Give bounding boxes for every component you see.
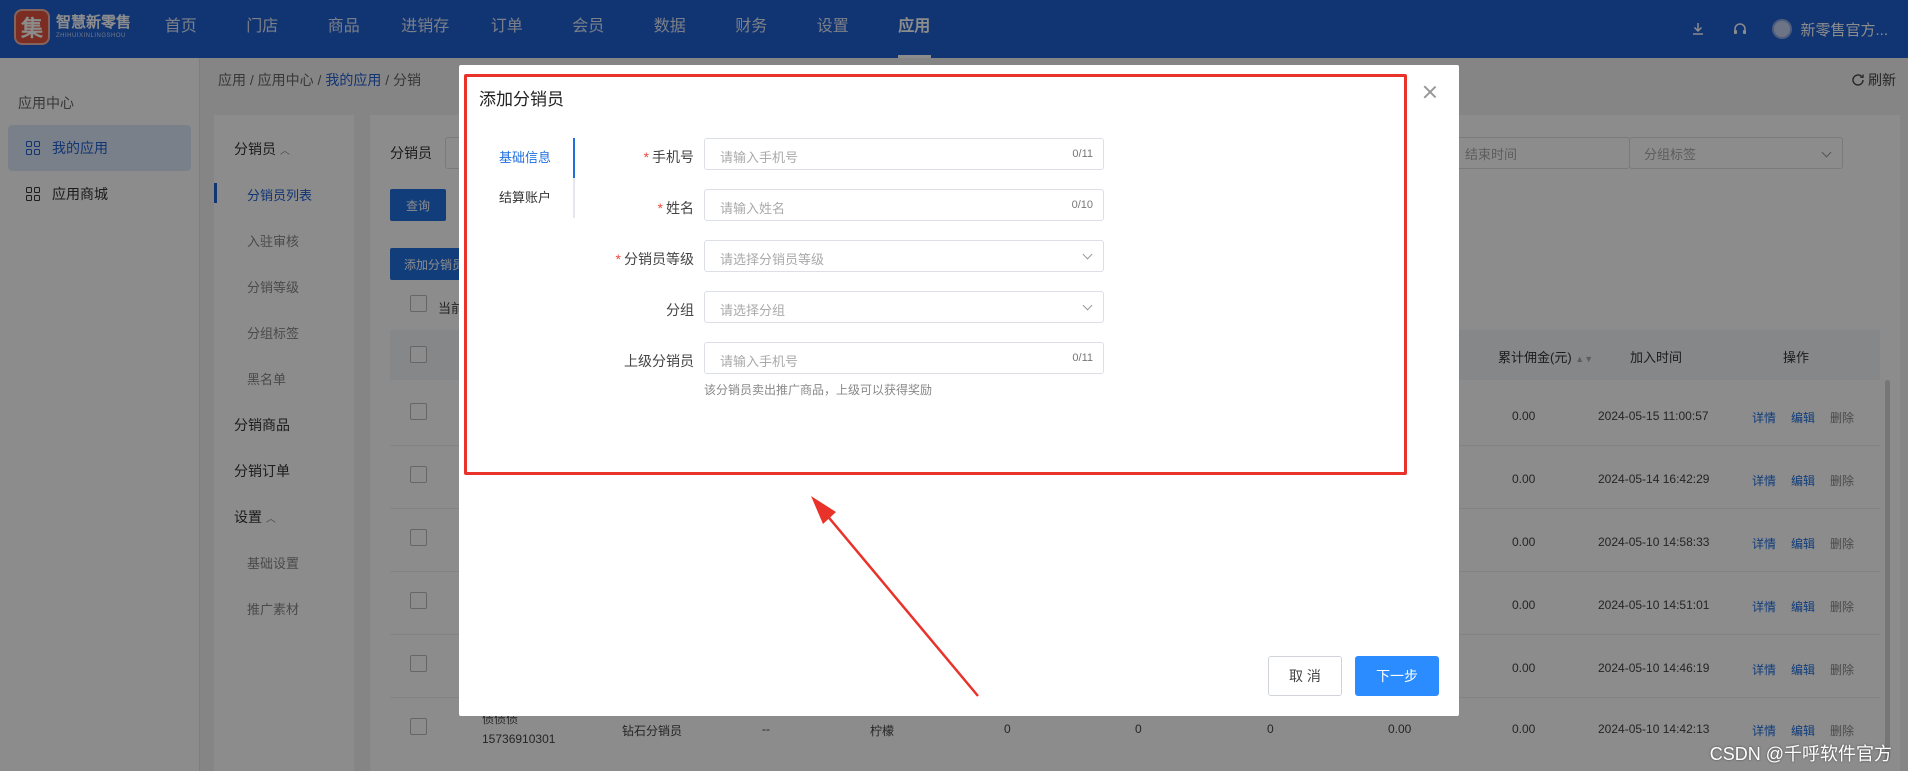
close-icon[interactable] — [1421, 83, 1439, 101]
cancel-button[interactable]: 取 消 — [1268, 656, 1342, 696]
watermark: CSDN @千呼软件官方 — [1709, 744, 1892, 764]
annotation-highlight-box — [464, 74, 1407, 475]
next-step-button[interactable]: 下一步 — [1355, 656, 1439, 696]
